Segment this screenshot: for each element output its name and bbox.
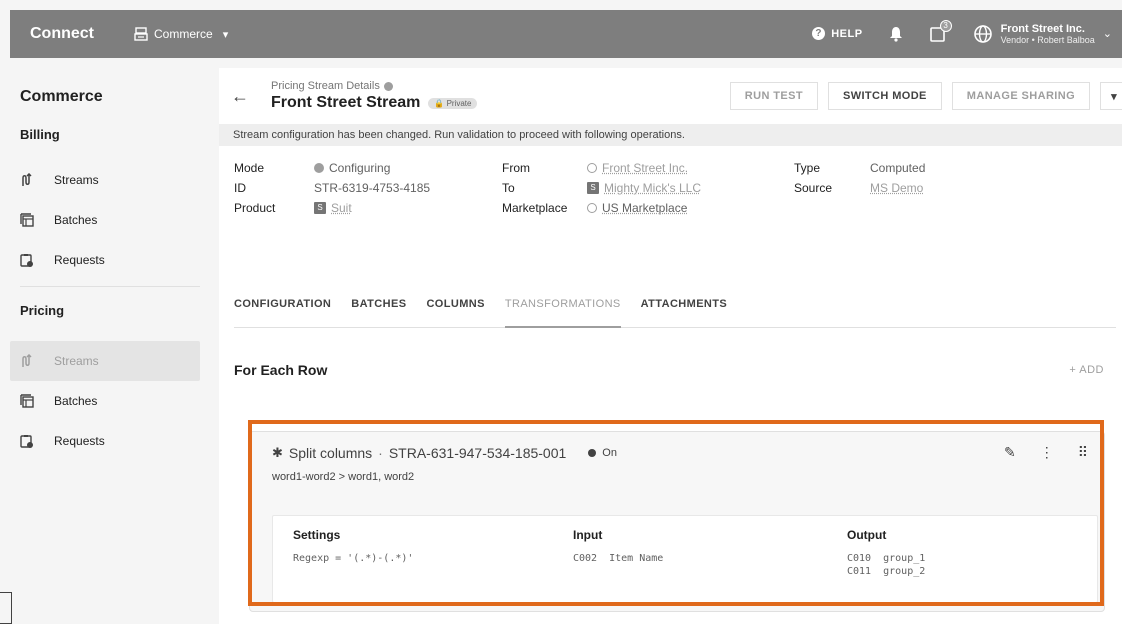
product-label: Product <box>234 201 314 215</box>
sidebar-item-label: Streams <box>54 354 99 368</box>
tab-batches[interactable]: BATCHES <box>351 290 406 328</box>
tab-attachments[interactable]: ATTACHMENTS <box>641 290 727 328</box>
sidebar-item-label: Requests <box>54 253 105 267</box>
to-badge: S <box>587 182 599 194</box>
type-value: Computed <box>870 161 925 175</box>
product-link[interactable]: Suit <box>331 201 352 215</box>
highlight-frame <box>248 420 1104 606</box>
globe-icon <box>587 163 597 173</box>
sidebar-item-label: Batches <box>54 394 97 408</box>
chevron-down-icon: ▾ <box>223 28 229 41</box>
page-header: ← Pricing Stream Details Front Street St… <box>219 68 1122 124</box>
help-icon: ? <box>812 27 825 40</box>
more-actions-button[interactable]: ▾ <box>1100 82 1122 110</box>
tab-configuration[interactable]: CONFIGURATION <box>234 290 331 328</box>
module-name: Commerce <box>154 27 213 41</box>
task-count-badge: 3 <box>940 20 952 32</box>
sidebar-item-billing-batches[interactable]: Batches <box>10 200 218 240</box>
edge-frame <box>0 592 12 624</box>
top-bar: Connect Commerce ▾ ? HELP 3 Front Street… <box>10 10 1122 58</box>
tab-transformations[interactable]: TRANSFORMATIONS <box>505 290 621 328</box>
help-button[interactable]: ? HELP <box>812 27 862 40</box>
validation-notice: Stream configuration has been changed. R… <box>219 124 1122 146</box>
sidebar-item-billing-streams[interactable]: Streams <box>10 160 218 200</box>
mode-label: Mode <box>234 161 314 175</box>
from-label: From <box>502 161 587 175</box>
tab-columns[interactable]: COLUMNS <box>426 290 484 328</box>
notifications-bell-icon[interactable] <box>889 26 903 42</box>
tab-bar: CONFIGURATION BATCHES COLUMNS TRANSFORMA… <box>234 290 1116 328</box>
id-label: ID <box>234 181 314 195</box>
sidebar: Commerce Billing Streams Batches Request… <box>10 68 218 624</box>
streams-icon <box>20 173 34 187</box>
mode-value: Configuring <box>329 161 390 175</box>
manage-sharing-button[interactable]: MANAGE SHARING <box>952 82 1090 110</box>
add-button[interactable]: + ADD <box>1069 364 1104 376</box>
back-arrow-icon[interactable]: ← <box>231 86 249 107</box>
batches-icon <box>20 213 34 227</box>
sidebar-item-label: Batches <box>54 213 97 227</box>
chevron-down-icon: ⌄ <box>1103 27 1112 40</box>
sidebar-item-pricing-requests[interactable]: Requests <box>10 421 218 461</box>
requests-icon <box>20 253 34 267</box>
from-link[interactable]: Front Street Inc. <box>602 161 688 175</box>
sidebar-item-label: Streams <box>54 173 99 187</box>
to-link[interactable]: Mighty Mick's LLC <box>604 181 701 195</box>
module-switcher[interactable]: Commerce ▾ <box>134 27 228 41</box>
product-badge: S <box>314 202 326 214</box>
sidebar-item-billing-requests[interactable]: Requests <box>10 240 218 280</box>
app-brand[interactable]: Connect <box>30 25 94 43</box>
sidebar-item-pricing-batches[interactable]: Batches <box>10 381 218 421</box>
page-title: Front Street Stream <box>271 94 420 112</box>
requests-icon <box>20 434 34 448</box>
sidebar-section-billing: Billing <box>10 124 218 160</box>
to-label: To <box>502 181 587 195</box>
help-label: HELP <box>831 28 862 40</box>
marketplace-link[interactable]: US Marketplace <box>602 201 687 215</box>
section-title: For Each Row <box>234 362 327 378</box>
account-switcher[interactable]: Front Street Inc. Vendor • Robert Balboa… <box>973 23 1112 46</box>
globe-icon <box>973 24 993 44</box>
id-value: STR-6319-4753-4185 <box>314 181 430 195</box>
type-label: Type <box>794 161 870 175</box>
sidebar-divider <box>20 286 200 287</box>
sidebar-item-pricing-streams[interactable]: Streams <box>10 341 200 381</box>
run-test-button[interactable]: RUN TEST <box>730 82 818 110</box>
streams-icon <box>20 354 34 368</box>
sidebar-title: Commerce <box>10 68 218 124</box>
account-org: Front Street Inc. <box>1001 23 1095 36</box>
help-icon[interactable] <box>384 82 393 91</box>
sidebar-item-label: Requests <box>54 434 105 448</box>
breadcrumb: Pricing Stream Details <box>271 80 477 92</box>
status-icon <box>314 163 324 173</box>
source-link[interactable]: MS Demo <box>870 181 923 195</box>
source-label: Source <box>794 181 870 195</box>
switch-mode-button[interactable]: SWITCH MODE <box>828 82 942 110</box>
tasks-button[interactable]: 3 <box>929 25 947 43</box>
breadcrumb-label: Pricing Stream Details <box>271 80 380 92</box>
globe-icon <box>587 203 597 213</box>
batches-icon <box>20 394 34 408</box>
account-user: Vendor • Robert Balboa <box>1001 35 1095 45</box>
private-badge: 🔒 Private <box>428 98 477 109</box>
caret-down-icon: ▾ <box>1111 90 1117 103</box>
sidebar-section-pricing: Pricing <box>10 297 218 341</box>
register-icon <box>134 27 148 41</box>
marketplace-label: Marketplace <box>502 201 587 215</box>
